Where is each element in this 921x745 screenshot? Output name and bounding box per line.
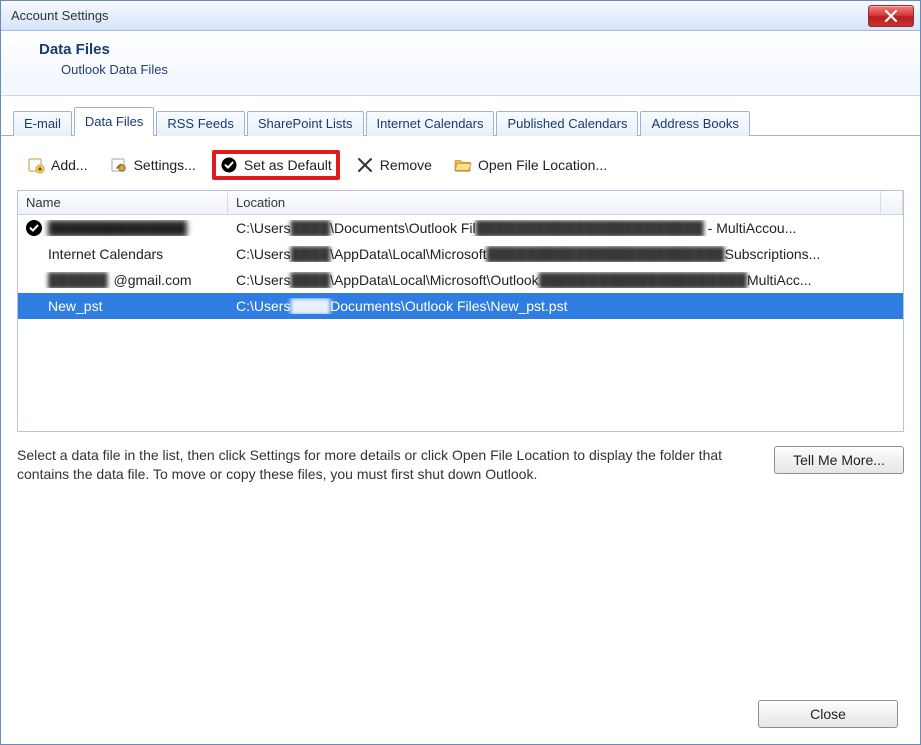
list-rows: ██████████████ C:\Users████\Documents\Ou… [18, 215, 903, 431]
titlebar: Account Settings [1, 1, 920, 31]
hint-row: Select a data file in the list, then cli… [17, 446, 904, 484]
tab-body: Add... Settings... [1, 136, 920, 690]
column-spacer [881, 191, 903, 214]
hint-text: Select a data file in the list, then cli… [17, 446, 754, 484]
window-title: Account Settings [11, 8, 864, 23]
tab-data-files[interactable]: Data Files [74, 107, 155, 136]
open-file-location-button[interactable]: Open File Location... [448, 152, 613, 178]
row-name-blurred: ██████████████ [48, 220, 187, 236]
add-icon [27, 156, 45, 174]
row-name: New_pst [48, 298, 102, 314]
remove-label: Remove [380, 157, 432, 173]
row-location: C:\Users████Documents\Outlook Files\New_… [228, 298, 903, 314]
close-button[interactable]: Close [758, 700, 898, 728]
tell-me-more-button[interactable]: Tell Me More... [774, 446, 904, 474]
tab-sharepoint-lists[interactable]: SharePoint Lists [247, 111, 364, 136]
row-location: C:\Users████\AppData\Local\Microsoft████… [228, 246, 903, 262]
row-name: @gmail.com [114, 272, 192, 288]
list-header: Name Location [18, 191, 903, 215]
column-name[interactable]: Name [18, 191, 228, 214]
settings-icon [110, 156, 128, 174]
tab-rss-feeds[interactable]: RSS Feeds [156, 111, 244, 136]
tab-internet-calendars[interactable]: Internet Calendars [366, 111, 495, 136]
footer: Close [1, 690, 920, 744]
data-files-list[interactable]: Name Location ██████████████ C:\Users███… [17, 190, 904, 432]
tab-email[interactable]: E-mail [13, 111, 72, 136]
table-row[interactable]: Internet Calendars C:\Users████\AppData\… [18, 241, 903, 267]
close-icon [884, 10, 898, 22]
remove-button[interactable]: Remove [350, 152, 438, 178]
account-settings-window: Account Settings Data Files Outlook Data… [0, 0, 921, 745]
default-check-icon [26, 220, 42, 236]
table-row[interactable]: ██████ @gmail.com C:\Users████\AppData\Lo… [18, 267, 903, 293]
tab-published-calendars[interactable]: Published Calendars [496, 111, 638, 136]
row-name: Internet Calendars [48, 246, 163, 262]
close-window-button[interactable] [868, 5, 914, 27]
add-label: Add... [51, 157, 88, 173]
tabstrip: E-mail Data Files RSS Feeds SharePoint L… [1, 96, 920, 136]
check-circle-icon [220, 156, 238, 174]
row-name-blurred: ██████ [48, 272, 108, 288]
column-location[interactable]: Location [228, 191, 881, 214]
set-default-label: Set as Default [244, 157, 332, 173]
table-row[interactable]: New_pst C:\Users████Documents\Outlook Fi… [18, 293, 903, 319]
row-location: C:\Users████\Documents\Outlook Fil██████… [228, 220, 903, 236]
table-row[interactable]: ██████████████ C:\Users████\Documents\Ou… [18, 215, 903, 241]
open-file-location-label: Open File Location... [478, 157, 607, 173]
header: Data Files Outlook Data Files [1, 31, 920, 96]
toolbar: Add... Settings... [17, 142, 904, 190]
header-subtitle: Outlook Data Files [61, 62, 894, 77]
settings-button[interactable]: Settings... [104, 152, 202, 178]
row-location: C:\Users████\AppData\Local\Microsoft\Out… [228, 272, 903, 288]
folder-open-icon [454, 156, 472, 174]
tab-address-books[interactable]: Address Books [640, 111, 749, 136]
remove-icon [356, 156, 374, 174]
set-default-button[interactable]: Set as Default [212, 150, 340, 180]
header-title: Data Files [39, 41, 894, 58]
settings-label: Settings... [134, 157, 196, 173]
add-button[interactable]: Add... [21, 152, 94, 178]
